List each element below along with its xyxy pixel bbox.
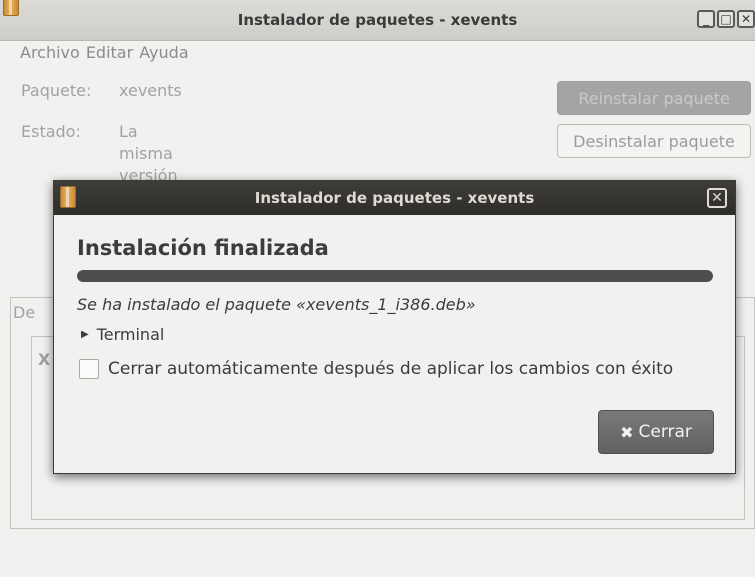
maximize-icon[interactable]: □: [717, 10, 735, 28]
close-icon[interactable]: ✕: [737, 10, 755, 28]
auto-close-option[interactable]: Cerrar automáticamente después de aplica…: [79, 359, 673, 379]
install-status-text: Se ha instalado el paquete «xevents_1_i3…: [77, 295, 476, 314]
menu-ayuda[interactable]: Ayuda: [139, 41, 194, 69]
package-label: Paquete:: [21, 81, 92, 100]
details-tab-label[interactable]: De: [13, 303, 35, 322]
package-value: xevents: [119, 81, 182, 100]
menu-archivo[interactable]: Archivo: [0, 41, 86, 69]
dialog-titlebar[interactable]: Instalador de paquetes - xevents ✕: [54, 181, 735, 215]
dialog-title: Instalador de paquetes - xevents: [254, 189, 535, 207]
progress-bar-fill: [77, 270, 713, 282]
terminal-expander-label: Terminal: [96, 325, 165, 344]
reinstall-button[interactable]: Reinstalar paquete: [557, 81, 751, 115]
minimize-icon[interactable]: _: [697, 10, 715, 28]
dialog-heading: Instalación finalizada: [77, 236, 329, 260]
main-window-title: Instalador de paquetes - xevents: [237, 11, 518, 29]
auto-close-label[interactable]: Cerrar automáticamente después de aplica…: [108, 359, 673, 379]
x-icon: ✖: [620, 422, 634, 442]
status-label: Estado:: [21, 122, 81, 141]
progress-bar: [77, 270, 713, 282]
install-finished-dialog: Instalador de paquetes - xevents ✕ Insta…: [53, 180, 736, 474]
terminal-expander[interactable]: ▶ Terminal: [81, 325, 164, 344]
window-controls: _ □ ✕: [697, 10, 755, 30]
menu-editar[interactable]: Editar: [86, 41, 139, 69]
status-value-line-2: misma: [119, 144, 173, 163]
menubar: Archivo Editar Ayuda: [0, 41, 755, 69]
details-inner-text: X: [38, 350, 51, 369]
triangle-right-icon: ▶: [81, 329, 89, 340]
uninstall-button[interactable]: Desinstalar paquete: [557, 124, 751, 158]
auto-close-checkbox[interactable]: [79, 359, 99, 379]
close-button-label: Cerrar: [638, 422, 692, 442]
main-titlebar[interactable]: Instalador de paquetes - xevents _ □ ✕: [0, 0, 755, 41]
close-button[interactable]: ✖ Cerrar: [598, 410, 714, 454]
status-value-line-1: La: [119, 122, 138, 141]
close-icon[interactable]: ✕: [707, 188, 727, 208]
